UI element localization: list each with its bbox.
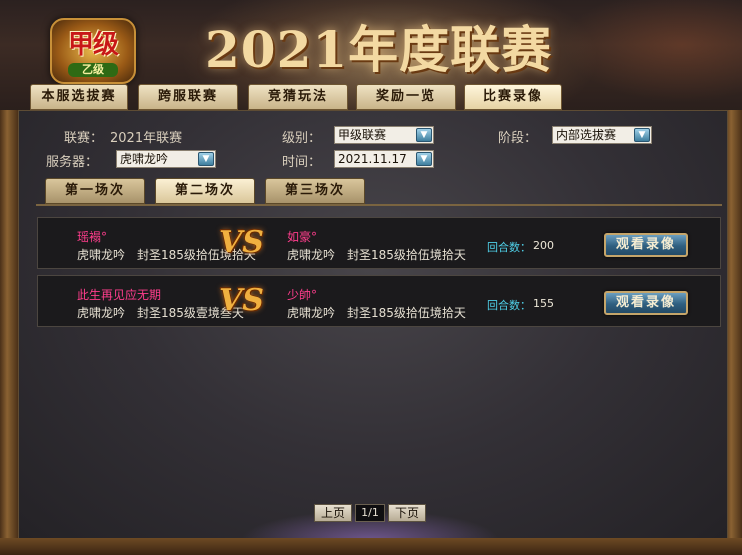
match-row: 瑶褟° 虎啸龙吟 封圣185级拾伍境拾天 VS 如豪° 虎啸龙吟 封圣185级拾…	[37, 217, 721, 269]
rounds-label: 回合数：	[487, 299, 531, 312]
rounds-value: 200	[533, 239, 554, 252]
stage-select-value: 内部选拔赛	[556, 128, 617, 142]
player1-name: 此生再见应无期	[77, 288, 162, 302]
watch-replay-button[interactable]: 观看录像	[604, 233, 688, 257]
level-label: 级别：	[282, 131, 322, 146]
bottom-frame-border	[0, 538, 742, 555]
player2-rank: 封圣185级拾伍境拾天	[347, 306, 466, 320]
level-select-value: 甲级联赛	[338, 128, 387, 142]
time-select-value: 2021.11.17	[338, 152, 407, 166]
chevron-down-icon: ▼	[416, 128, 432, 142]
tab-round-2[interactable]: 第二场次	[155, 178, 255, 204]
time-select[interactable]: 2021.11.17 ▼	[334, 150, 434, 168]
time-label: 时间：	[282, 155, 322, 170]
chevron-down-icon: ▼	[634, 128, 650, 142]
tab-guessing[interactable]: 竞猜玩法	[248, 84, 348, 110]
tab-rewards[interactable]: 奖励一览	[356, 84, 456, 110]
server-select-value: 虎啸龙吟	[120, 152, 169, 166]
tab-cross-server-league[interactable]: 跨服联赛	[138, 84, 238, 110]
player1-server: 虎啸龙吟	[77, 248, 126, 262]
server-select[interactable]: 虎啸龙吟 ▼	[116, 150, 216, 168]
watch-replay-button[interactable]: 观看录像	[604, 291, 688, 315]
player1-name: 瑶褟°	[77, 230, 108, 244]
tab-round-1[interactable]: 第一场次	[45, 178, 145, 204]
rounds-value: 155	[533, 297, 554, 310]
left-frame-border	[0, 110, 18, 555]
rounds-label: 回合数：	[487, 241, 531, 254]
page-indicator: 1/1	[355, 504, 385, 522]
tab-local-selection[interactable]: 本服选拔赛	[30, 84, 128, 110]
tab-round-3[interactable]: 第三场次	[265, 178, 365, 204]
logo-sub-text: 乙级	[68, 63, 118, 77]
stage-label: 阶段：	[498, 131, 538, 146]
league-value: 2021年联赛	[110, 131, 183, 146]
player1-server: 虎啸龙吟	[77, 306, 126, 320]
prev-page-button[interactable]: 上页	[314, 504, 352, 522]
vs-icon: VS	[219, 283, 264, 318]
league-level-logo: 甲级 乙级	[50, 18, 136, 84]
game-window: 甲级 乙级 2021年度联赛 本服选拔赛 跨服联赛 竞猜玩法 奖励一览 比赛录像…	[0, 0, 742, 555]
league-label: 联赛：	[64, 131, 104, 146]
chevron-down-icon: ▼	[416, 152, 432, 166]
player2-server: 虎啸龙吟	[287, 248, 336, 262]
player2-server: 虎啸龙吟	[287, 306, 336, 320]
next-page-button[interactable]: 下页	[388, 504, 426, 522]
level-select[interactable]: 甲级联赛 ▼	[334, 126, 434, 144]
stage-select[interactable]: 内部选拔赛 ▼	[552, 126, 652, 144]
match-row: 此生再见应无期 虎啸龙吟 封圣185级壹境叁天 VS 少帥° 虎啸龙吟 封圣18…	[37, 275, 721, 327]
player2-name: 少帥°	[287, 288, 318, 302]
tab-divider	[36, 204, 722, 206]
server-label: 服务器：	[46, 155, 99, 170]
chevron-down-icon: ▼	[198, 152, 214, 166]
player2-name: 如豪°	[287, 230, 318, 244]
player2-rank: 封圣185级拾伍境拾天	[347, 248, 466, 262]
logo-main-text: 甲级	[67, 30, 119, 60]
vs-icon: VS	[219, 225, 264, 260]
tab-match-replay[interactable]: 比赛录像	[464, 84, 562, 110]
page-title: 2021年度联赛	[205, 20, 553, 79]
